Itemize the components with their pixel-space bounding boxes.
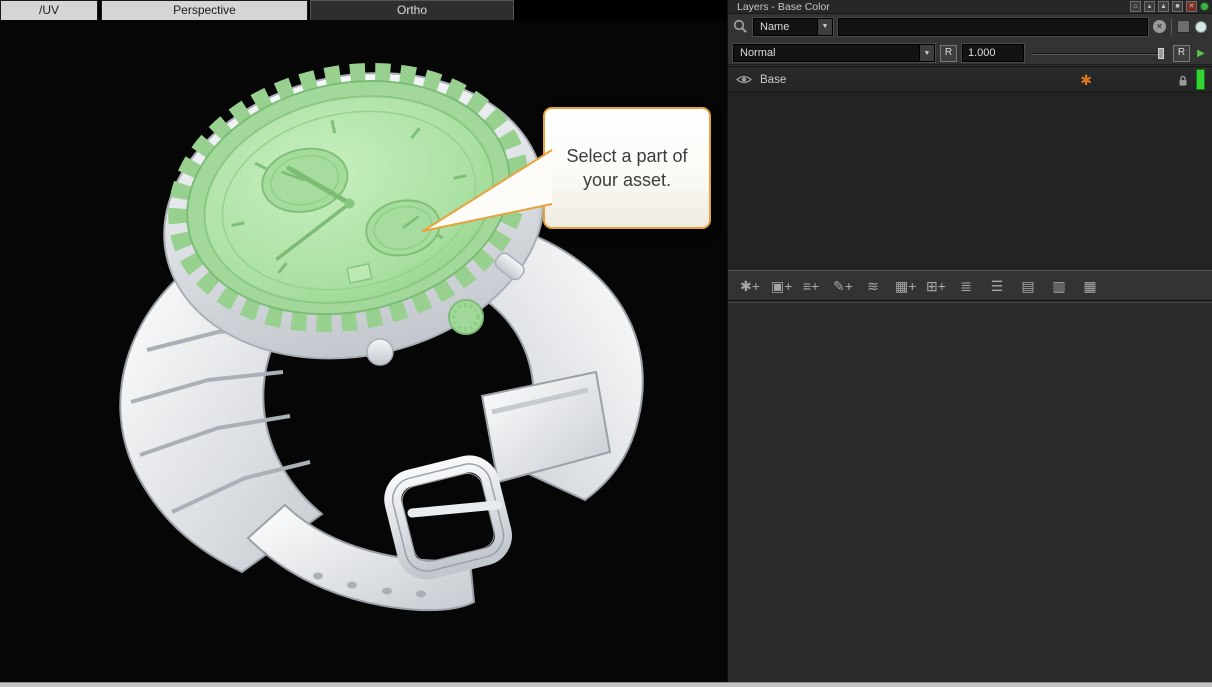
filter-by-combo[interactable]: Name ▼ xyxy=(753,18,833,36)
share-layer-icon[interactable]: ▥ xyxy=(1050,277,1068,295)
panel-window-controls: ⌂ ▴ ▲ ■ ✕ xyxy=(1130,1,1209,12)
watch-strap-tail[interactable] xyxy=(248,505,474,610)
layer-list: Base ✱ xyxy=(728,66,1212,270)
chevron-down-icon[interactable]: ▼ xyxy=(919,45,934,61)
tooltip-callout: Select a part of your asset. xyxy=(543,107,711,229)
layer-toolbar: ✱+ ▣+ ≡+ ✎+ ≋ ▦+ ⊞+ ≣ ☰ ▤ ▥ ▦ xyxy=(728,270,1212,301)
reset-blend-button[interactable]: R xyxy=(940,45,957,62)
filter-toggle-circle[interactable] xyxy=(1195,21,1207,33)
slider-track xyxy=(1031,53,1166,55)
add-graph-layer-icon[interactable]: ≋ xyxy=(864,277,882,295)
panel-float-icon[interactable]: ▲ xyxy=(1158,1,1169,12)
layers-panel-header: Layers - Base Color ⌂ ▴ ▲ ■ ✕ xyxy=(728,0,1212,14)
chevron-down-icon[interactable]: ▼ xyxy=(817,19,832,35)
watch-pusher-bottom[interactable] xyxy=(367,339,393,365)
layer-name: Base xyxy=(760,74,786,86)
layer-row-base[interactable]: Base ✱ xyxy=(728,67,1212,93)
play-arrow-icon[interactable]: ▶ xyxy=(1195,48,1207,59)
add-adjustment-layer-icon[interactable]: ✎+ xyxy=(833,277,851,295)
panel-empty-area xyxy=(728,302,1212,687)
filter-by-value: Name xyxy=(754,21,817,33)
paint-layer-type-icon: ✱ xyxy=(1080,72,1092,88)
color-swatch-button[interactable] xyxy=(1177,20,1190,33)
watch-buckle[interactable] xyxy=(388,459,508,575)
flatten-layers-icon[interactable]: ☰ xyxy=(988,277,1006,295)
tooltip-text-line1: Select a part of xyxy=(566,144,687,168)
slider-handle[interactable] xyxy=(1158,48,1164,59)
layer-grid-icon[interactable]: ▦ xyxy=(1081,277,1099,295)
tab-perspective[interactable]: Perspective xyxy=(101,0,308,20)
divider xyxy=(1171,19,1172,35)
add-paint-layer-icon[interactable]: ✱+ xyxy=(740,277,758,295)
layer-amount-field[interactable] xyxy=(962,44,1024,62)
layer-filter-input[interactable] xyxy=(838,18,1148,36)
viewport-tab-bar: /UV Perspective Ortho xyxy=(0,0,727,20)
tooltip-text-line2: your asset. xyxy=(583,168,671,192)
viewport-3d[interactable]: /UV Perspective Ortho xyxy=(0,0,727,687)
add-procedural-layer-icon[interactable]: ▣+ xyxy=(771,277,789,295)
search-icon xyxy=(733,19,748,34)
tab-uv[interactable]: /UV xyxy=(0,0,98,20)
panel-collapse-icon[interactable]: ▴ xyxy=(1144,1,1155,12)
panel-home-icon[interactable]: ⌂ xyxy=(1130,1,1141,12)
visibility-eye-icon[interactable] xyxy=(736,74,752,85)
app-window: /UV Perspective Ortho xyxy=(0,0,1212,687)
panel-status-dot xyxy=(1200,2,1209,11)
add-channel-layer-icon[interactable]: ≡+ xyxy=(802,277,820,295)
horizontal-scrollbar[interactable] xyxy=(0,682,1212,687)
layers-panel-title: Layers - Base Color xyxy=(737,1,830,13)
layer-amount-slider[interactable] xyxy=(1029,45,1168,62)
layers-panel: Layers - Base Color ⌂ ▴ ▲ ■ ✕ Name ▼ ✕ xyxy=(727,0,1212,687)
tab-ortho[interactable]: Ortho xyxy=(310,0,514,20)
blend-mode-combo[interactable]: Normal ▼ xyxy=(733,44,935,62)
watch-model[interactable] xyxy=(0,0,727,687)
blend-mode-row: Normal ▼ R R ▶ xyxy=(728,42,1212,65)
add-group-icon[interactable]: ⊞+ xyxy=(926,277,944,295)
layer-filter-row: Name ▼ ✕ xyxy=(728,15,1212,38)
clear-filter-icon[interactable]: ✕ xyxy=(1153,20,1166,33)
watch-buckle-prong xyxy=(412,505,497,513)
merge-layers-icon[interactable]: ≣ xyxy=(957,277,975,295)
reset-amount-button[interactable]: R xyxy=(1173,45,1190,62)
lock-icon[interactable] xyxy=(1178,74,1188,92)
duplicate-layer-icon[interactable]: ▤ xyxy=(1019,277,1037,295)
panel-close-icon[interactable]: ✕ xyxy=(1186,1,1197,12)
add-tiled-layer-icon[interactable]: ▦+ xyxy=(895,277,913,295)
current-layer-indicator[interactable] xyxy=(1196,69,1205,90)
panel-maximize-icon[interactable]: ■ xyxy=(1172,1,1183,12)
blend-mode-value: Normal xyxy=(734,47,919,59)
